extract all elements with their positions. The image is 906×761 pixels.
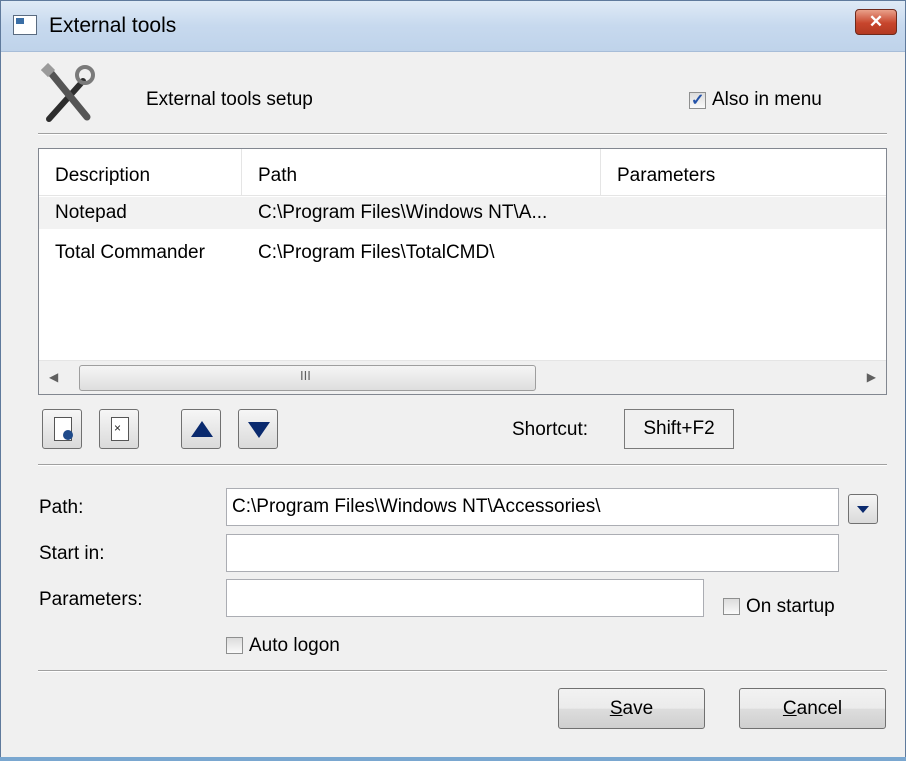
cell-description: Total Commander (55, 242, 205, 263)
path-label: Path: (39, 497, 84, 518)
app-window-icon (13, 15, 37, 35)
scrollbar-thumb[interactable]: III (79, 365, 536, 391)
cancel-accelerator: C (782, 698, 797, 719)
save-button[interactable]: Save (558, 688, 705, 729)
on-startup-checkbox[interactable] (723, 598, 740, 615)
scrollbar-grip-icon: III (300, 368, 311, 383)
cell-path: C:\Program Files\TotalCMD\ (258, 242, 495, 263)
arrow-down-icon (248, 422, 270, 438)
setup-label: External tools setup (146, 89, 313, 110)
cell-description: Notepad (55, 202, 127, 223)
delete-document-icon: × (111, 417, 129, 441)
start-in-label: Start in: (39, 543, 105, 564)
auto-logon-checkbox[interactable] (226, 637, 243, 654)
move-up-button[interactable] (181, 409, 221, 449)
save-accelerator: S (609, 698, 623, 719)
shortcut-label: Shortcut: (512, 419, 589, 440)
list-header: Description Path Parameters (39, 149, 886, 196)
divider-top (38, 133, 887, 135)
cancel-button[interactable]: Cancel (739, 688, 886, 729)
path-dropdown-button[interactable] (848, 494, 878, 524)
also-in-menu-checkbox[interactable] (689, 90, 706, 110)
scroll-right-icon[interactable]: ▶ (867, 370, 876, 384)
parameters-label: Parameters: (39, 589, 143, 610)
start-in-input[interactable] (226, 534, 839, 572)
cancel-label: ancel (796, 698, 843, 719)
tools-list[interactable]: Description Path Parameters Notepad C:\P… (38, 148, 887, 395)
title-bar[interactable]: External tools ✕ (1, 1, 905, 52)
cell-path: C:\Program Files\Windows NT\A... (258, 202, 548, 223)
also-in-menu-label[interactable]: Also in menu (712, 89, 822, 111)
shortcut-field[interactable]: Shift+F2 (624, 409, 734, 449)
tools-icon (41, 63, 95, 122)
on-startup-label[interactable]: On startup (746, 596, 835, 618)
save-label: ave (622, 698, 654, 719)
close-button[interactable]: ✕ (855, 9, 897, 35)
column-path[interactable]: Path (242, 149, 601, 195)
window-title: External tools (49, 14, 177, 37)
external-tools-window: External tools ✕ External tools setup Al… (0, 0, 906, 761)
auto-logon-label[interactable]: Auto logon (249, 635, 340, 657)
scroll-left-icon[interactable]: ◀ (49, 370, 58, 384)
window-bottom-edge (0, 757, 906, 761)
new-document-icon (54, 417, 73, 441)
parameters-input[interactable] (226, 579, 704, 617)
new-tool-button[interactable] (42, 409, 82, 449)
divider-middle (38, 464, 887, 466)
arrow-up-icon (191, 421, 213, 437)
divider-bottom (38, 670, 887, 672)
column-parameters[interactable]: Parameters (601, 149, 886, 195)
list-item[interactable]: Total Commander C:\Program Files\TotalCM… (39, 237, 886, 269)
column-description[interactable]: Description (39, 149, 242, 195)
horizontal-scrollbar[interactable]: ◀ III ▶ (39, 360, 886, 394)
delete-tool-button[interactable]: × (99, 409, 139, 449)
list-item[interactable]: Notepad C:\Program Files\Windows NT\A... (39, 197, 886, 229)
move-down-button[interactable] (238, 409, 278, 449)
path-input[interactable]: C:\Program Files\Windows NT\Accessories\ (226, 488, 839, 526)
